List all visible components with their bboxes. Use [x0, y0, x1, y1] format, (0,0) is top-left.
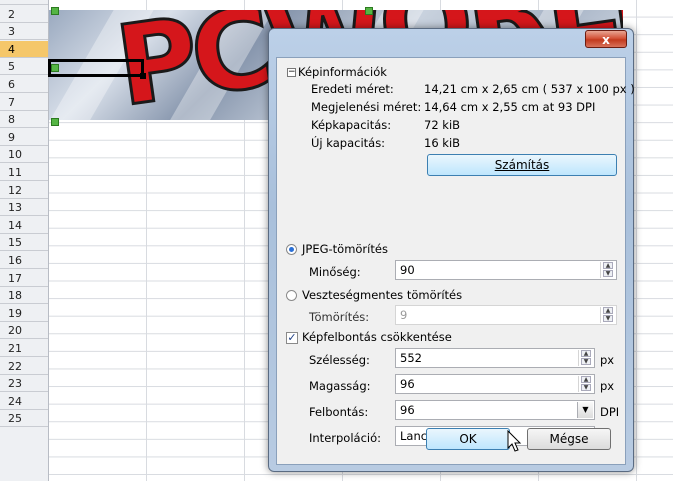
resolution-unit: DPI: [600, 405, 620, 419]
row-header[interactable]: 3: [0, 23, 48, 41]
quality-label: Minőség:: [309, 265, 361, 279]
lossless-compression-label: Veszteségmentes tömörítés: [302, 288, 463, 302]
chevron-down-icon[interactable]: ▼: [577, 402, 593, 418]
row-header[interactable]: 21: [0, 340, 48, 357]
row-header[interactable]: 20: [0, 322, 48, 340]
row-header[interactable]: 19: [0, 305, 48, 322]
image-resize-handle[interactable]: [51, 118, 59, 126]
ok-button[interactable]: OK: [426, 428, 510, 450]
info-label-new-size: Új kapacitás:: [311, 136, 386, 150]
lossless-compression-radio[interactable]: [286, 290, 297, 301]
info-value-image-size: 72 kiB: [424, 118, 461, 132]
info-value-original-size: 14,21 cm x 2,65 cm ( 537 x 100 px ): [424, 82, 635, 96]
row-header-column: 1234567891011121314151617181920212223242…: [0, 0, 49, 481]
row-header[interactable]: 18: [0, 287, 48, 305]
info-label-image-size: Képkapacitás:: [311, 118, 392, 132]
reduce-resolution-label: Képfelbontás csökkentése: [302, 330, 452, 344]
spin-buttons[interactable]: ▲ ▼: [600, 262, 615, 278]
row-header[interactable]: 24: [0, 393, 48, 410]
resolution-label: Felbontás:: [309, 405, 369, 419]
row-header[interactable]: 7: [0, 94, 48, 111]
compression-stepper[interactable]: 9 ▲ ▼: [395, 305, 617, 325]
interpolation-label: Interpoláció:: [309, 431, 381, 445]
row-header[interactable]: 4: [0, 40, 48, 58]
compress-image-dialog: x − Képinformációk Eredeti méret: 14,21 …: [268, 28, 635, 472]
image-resize-handle[interactable]: [365, 7, 373, 15]
active-cell-cursor: [48, 59, 144, 77]
height-label: Magasság:: [309, 379, 371, 393]
row-header[interactable]: 11: [0, 164, 48, 181]
compression-label: Tömörítés:: [309, 310, 370, 324]
height-stepper[interactable]: 96 ▲ ▼: [395, 374, 595, 394]
width-unit: px: [600, 353, 615, 367]
row-header[interactable]: 6: [0, 76, 48, 93]
info-value-display-size: 14,64 cm x 2,55 cm at 93 DPI: [424, 100, 596, 114]
row-header[interactable]: 10: [0, 146, 48, 164]
spin-buttons[interactable]: ▲ ▼: [578, 350, 593, 366]
section-title: Képinformációk: [298, 65, 387, 79]
row-header[interactable]: 2: [0, 6, 48, 23]
width-label: Szélesség:: [309, 353, 370, 367]
row-header[interactable]: 25: [0, 410, 48, 428]
row-header[interactable]: 23: [0, 375, 48, 393]
row-header[interactable]: 22: [0, 358, 48, 375]
row-header[interactable]: 14: [0, 217, 48, 234]
width-stepper[interactable]: 552 ▲ ▼: [395, 348, 595, 368]
dialog-titlebar[interactable]: x: [269, 29, 633, 55]
close-button[interactable]: x: [585, 30, 627, 48]
height-unit: px: [600, 379, 615, 393]
row-header[interactable]: 15: [0, 234, 48, 252]
row-header[interactable]: 9: [0, 129, 48, 146]
cancel-button[interactable]: Mégse: [527, 428, 611, 450]
jpeg-compression-label: JPEG-tömörítés: [302, 242, 388, 256]
spin-buttons[interactable]: ▲ ▼: [600, 307, 615, 323]
resolution-combo[interactable]: 96 ▼: [395, 400, 595, 420]
quality-stepper[interactable]: 90 ▲ ▼: [395, 260, 617, 280]
mouse-pointer-icon: [507, 430, 522, 452]
row-header[interactable]: 1: [0, 0, 48, 5]
row-header[interactable]: 12: [0, 182, 48, 199]
row-header[interactable]: 17: [0, 270, 48, 287]
reduce-resolution-checkbox[interactable]: ✓: [286, 332, 298, 344]
row-header[interactable]: 5: [0, 58, 48, 76]
row-header[interactable]: 8: [0, 111, 48, 129]
row-header[interactable]: 13: [0, 199, 48, 217]
info-label-original-size: Eredeti méret:: [311, 82, 394, 96]
info-label-display-size: Megjelenési méret:: [311, 100, 422, 114]
calculate-button[interactable]: Számítás: [427, 154, 617, 176]
spin-buttons[interactable]: ▲ ▼: [578, 376, 593, 392]
info-value-new-size: 16 kiB: [424, 136, 461, 150]
fill-handle[interactable]: [140, 73, 146, 79]
dialog-body: − Képinformációk Eredeti méret: 14,21 cm…: [276, 57, 635, 465]
image-resize-handle[interactable]: [51, 7, 59, 15]
row-header[interactable]: 16: [0, 252, 48, 269]
collapse-icon[interactable]: −: [287, 68, 296, 77]
jpeg-compression-radio[interactable]: [286, 244, 297, 255]
